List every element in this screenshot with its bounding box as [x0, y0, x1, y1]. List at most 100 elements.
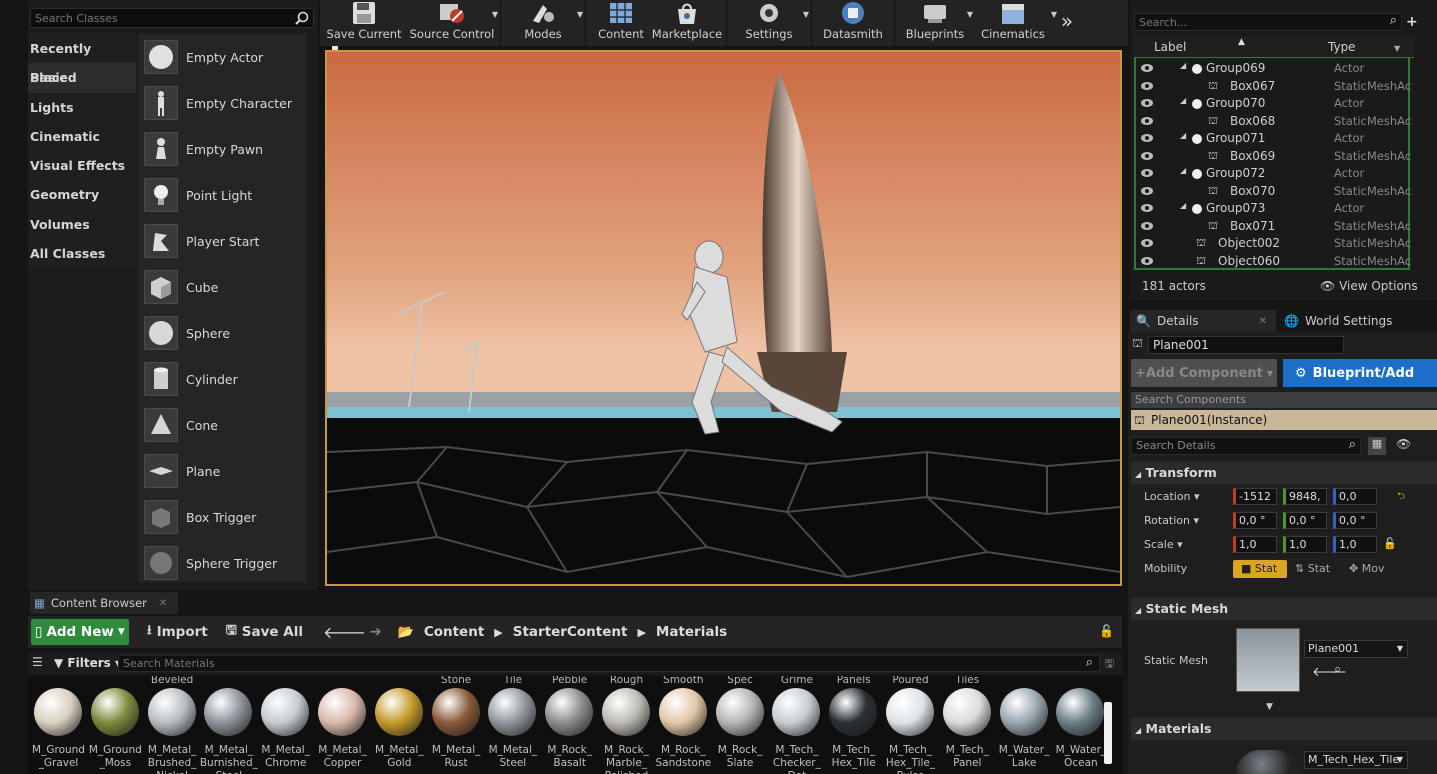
property-matrix-icon[interactable]: ▦ — [1368, 437, 1386, 455]
rotation-z-field[interactable]: 0,0 ° — [1333, 512, 1377, 529]
sources-toggle-icon[interactable]: ☰ — [32, 655, 43, 669]
eye-icon[interactable] — [1140, 97, 1154, 111]
outliner-search-field[interactable]: ⌕ — [1134, 13, 1402, 31]
location-label[interactable]: Location ▾ — [1144, 490, 1200, 503]
chevron-right-icon[interactable]: ▶ — [494, 626, 502, 639]
place-item-cube[interactable]: Cube — [138, 264, 306, 310]
eye-icon[interactable] — [1140, 115, 1154, 129]
material-asset-tile[interactable]: M_Water_ Ocean — [1052, 676, 1109, 774]
tab-details[interactable]: 🔍 Details ✕ — [1130, 310, 1276, 332]
expand-arrow-icon[interactable]: ◢ — [1180, 131, 1186, 140]
category-recently-placed[interactable]: Recently Placed — [28, 34, 136, 85]
material-asset-tile[interactable]: RoughM_Rock_ Marble_ Polished — [598, 676, 655, 774]
material-asset-tile[interactable]: M_Ground _Gravel — [30, 676, 87, 774]
chevron-down-icon[interactable]: ▼ — [1394, 44, 1400, 53]
forward-arrow-icon[interactable]: ➔ — [370, 624, 382, 640]
use-selected-arrow-icon[interactable]: 🡐 — [1312, 664, 1347, 680]
tab-world-settings[interactable]: 🌐 World Settings — [1278, 310, 1428, 332]
eye-icon[interactable] — [1140, 202, 1154, 216]
class-search-field[interactable] — [30, 8, 314, 28]
source-control-button[interactable]: Source Control ▼ — [408, 0, 498, 46]
add-new-button[interactable]: ▯ Add New ▼ — [31, 619, 129, 645]
object-name-field[interactable]: Plane001 — [1148, 336, 1344, 354]
close-icon[interactable]: ✕ — [159, 598, 167, 609]
outliner-row[interactable]: ⛫ Box070 StaticMeshAc — [1136, 183, 1411, 201]
material-asset-tile[interactable]: Spec M_Rock_ Slate — [712, 676, 769, 774]
blueprints-button[interactable]: Blueprints ▼ — [899, 0, 973, 46]
material-asset-tile[interactable]: GrimeM_Tech_ Checker_ Dot — [768, 676, 825, 774]
breadcrumb-starter-content[interactable]: StarterContent — [513, 624, 628, 640]
chevron-down-icon[interactable]: ▼ — [577, 10, 583, 19]
material-asset-tile[interactable]: M_Ground _Moss — [87, 676, 144, 774]
mobility-static-option[interactable]: ■ Stat — [1233, 560, 1287, 578]
eye-icon[interactable] — [1140, 150, 1154, 164]
back-arrow-icon[interactable]: 🡐 — [323, 622, 366, 642]
breadcrumb-content[interactable]: Content — [424, 624, 484, 640]
settings-button[interactable]: Settings ▼ — [731, 0, 809, 46]
category-cinematic[interactable]: Cinematic — [28, 121, 136, 152]
expand-arrow-icon[interactable]: ◢ — [1180, 166, 1186, 175]
search-icon[interactable]: ⌕ — [1349, 437, 1356, 453]
material-asset-tile[interactable]: Smooth M_Rock_ Sandstone — [655, 676, 712, 774]
location-x-field[interactable]: -1512 — [1233, 488, 1277, 505]
outliner-row[interactable]: ⛫ Object060 StaticMeshAc — [1136, 253, 1411, 271]
close-icon[interactable]: ✕ — [1259, 316, 1267, 327]
save-all-button[interactable]: 🖫 Save All — [226, 621, 303, 643]
import-button[interactable]: ⭳ Import — [147, 621, 208, 643]
place-item-point-light[interactable]: Point Light — [138, 172, 306, 218]
filters-button[interactable]: ▼ Filters ▾ — [54, 656, 121, 670]
outliner-row[interactable]: ◢ Group072 Actor — [1136, 165, 1408, 183]
material-asset-tile[interactable]: M_Metal_ Burnished_ Steel — [200, 676, 258, 774]
scale-z-field[interactable]: 1,0 — [1333, 536, 1377, 553]
material-select[interactable]: M_Tech_Hex_Tile ▼ — [1304, 751, 1408, 769]
place-item-empty-pawn[interactable]: Empty Pawn — [138, 126, 306, 172]
save-search-icon[interactable]: 🖫 — [1105, 655, 1114, 674]
section-static-mesh[interactable]: ◢ Static Mesh — [1131, 598, 1437, 620]
material-asset-tile[interactable]: PouredM_Tech_ Hex_Tile_ Pulse — [882, 676, 939, 774]
breadcrumb-materials[interactable]: Materials — [656, 624, 727, 640]
outliner-row[interactable]: ⛫ Object002 StaticMeshAc — [1136, 235, 1411, 253]
toolbar-overflow-button[interactable]: » — [1055, 0, 1079, 46]
mobility-movable-option[interactable]: ✥ Mov — [1349, 562, 1384, 575]
blueprint-add-script-button[interactable]: ⚙ Blueprint/Add — [1283, 359, 1437, 387]
outliner-row[interactable]: ◢ Group073 Actor — [1136, 200, 1408, 218]
place-item-empty-character[interactable]: Empty Character — [138, 80, 306, 126]
place-item-cylinder[interactable]: Cylinder — [138, 356, 306, 402]
material-asset-tile[interactable]: Pebble M_Rock_ Basalt — [541, 676, 598, 774]
place-item-plane[interactable]: Plane — [138, 448, 306, 494]
material-asset-tile[interactable]: Tile M_Metal_ Steel — [484, 676, 541, 774]
material-asset-tile[interactable]: Panels M_Tech_ Hex_Tile — [825, 676, 882, 774]
expand-arrow-icon[interactable]: ◢ — [1180, 201, 1186, 210]
column-type[interactable]: Type — [1328, 40, 1356, 54]
category-geometry[interactable]: Geometry — [28, 180, 136, 210]
add-component-button[interactable]: +Add Component ▼ — [1131, 359, 1277, 387]
materials-search-field[interactable]: ⌕ — [118, 655, 1100, 672]
tab-content-browser[interactable]: ▦ Content Browser ✕ — [30, 592, 178, 614]
search-icon[interactable]: ⌕ — [1086, 655, 1093, 670]
mobility-stationary-option[interactable]: ⇅ Stat — [1295, 562, 1330, 575]
search-details-field[interactable]: Search Details ⌕ — [1131, 437, 1361, 455]
category-basic[interactable]: Basic — [28, 63, 136, 93]
rotation-label[interactable]: Rotation ▾ — [1144, 514, 1199, 527]
eye-icon[interactable] — [1140, 80, 1154, 94]
static-mesh-thumbnail[interactable] — [1236, 628, 1300, 692]
search-components-field[interactable]: Search Components — [1131, 392, 1437, 408]
material-asset-tile[interactable]: M_Metal_ Copper — [314, 676, 371, 774]
datasmith-button[interactable]: Datasmith — [816, 0, 890, 46]
scale-label[interactable]: Scale ▾ — [1144, 538, 1183, 551]
expand-arrow-icon[interactable]: ◢ — [1180, 61, 1186, 70]
place-item-player-start[interactable]: Player Start — [138, 218, 306, 264]
place-item-cone[interactable]: Cone — [138, 402, 306, 448]
category-visual-effects[interactable]: Visual Effects — [28, 151, 136, 181]
cinematics-button[interactable]: Cinematics ▼ — [971, 0, 1057, 46]
scale-x-field[interactable]: 1,0 — [1233, 536, 1277, 553]
sort-up-icon[interactable]: ▲ — [1238, 37, 1245, 47]
rotation-x-field[interactable]: 0,0 ° — [1233, 512, 1277, 529]
material-asset-tile[interactable]: BeveledM_Metal_ Brushed_ Nickel — [144, 676, 201, 774]
column-label[interactable]: Label — [1154, 40, 1186, 54]
class-search-input[interactable] — [31, 9, 271, 27]
eye-icon[interactable] — [1140, 237, 1154, 251]
category-lights[interactable]: Lights — [28, 92, 136, 122]
lock-icon[interactable]: 🔓 — [1383, 537, 1397, 550]
lock-icon[interactable]: 🔓 — [1099, 624, 1114, 638]
